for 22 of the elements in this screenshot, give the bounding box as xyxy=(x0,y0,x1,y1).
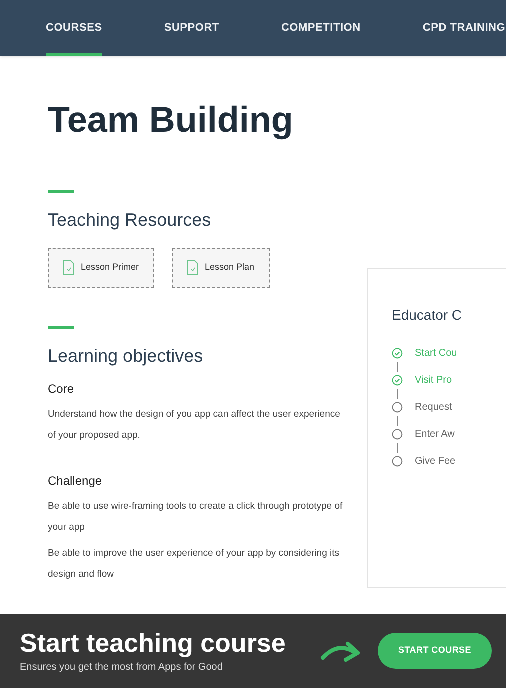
resource-button[interactable]: Lesson Primer xyxy=(48,248,154,288)
objective-text: Understand how the design of you app can affect the user experience of your proposed app. xyxy=(48,408,342,443)
section-heading: Learning objectives xyxy=(48,345,204,368)
step-link[interactable]: Enter Aw xyxy=(415,427,455,442)
step-link[interactable]: Give Fee xyxy=(415,454,456,469)
resource-button[interactable]: Lesson Plan xyxy=(172,248,270,288)
step-link[interactable]: Request xyxy=(415,400,452,415)
nav-tab[interactable]: SUPPORT xyxy=(164,0,220,56)
nav-tab[interactable]: COMPETITION xyxy=(281,0,361,56)
document-icon xyxy=(63,260,75,276)
banner-subtitle: Ensures you get the most from Apps for Good xyxy=(20,660,224,674)
objective-text: Be able to improve the user experience of your app by considering its design and flow xyxy=(48,547,340,582)
banner-title: Start teaching course xyxy=(20,628,287,658)
document-icon xyxy=(187,260,200,276)
nav-tab[interactable]: COURSES xyxy=(46,0,102,56)
subheading: Challenge xyxy=(48,473,104,490)
nav-tab[interactable]: CPD TRAINING xyxy=(422,0,506,56)
page-title: Team Building xyxy=(48,98,294,142)
card-title: Educator C xyxy=(392,306,464,325)
objective-text: Be able to use wire-framing tools to create a click through prototype of your app xyxy=(48,500,344,535)
subheading: Core xyxy=(48,381,76,398)
section-heading: Teaching Resources xyxy=(48,209,212,232)
